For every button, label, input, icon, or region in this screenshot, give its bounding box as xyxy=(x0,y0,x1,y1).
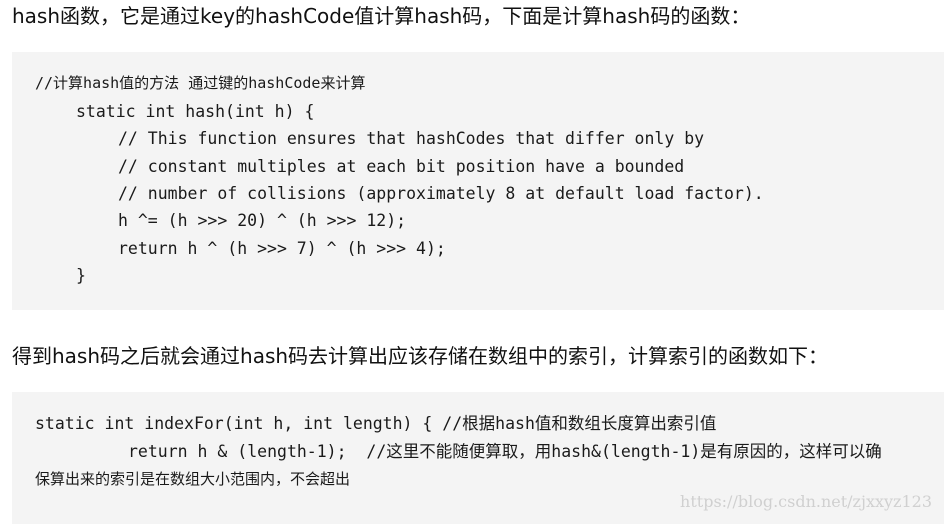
code-line: return h & (length-1); //这里不能随便算取，用hash&… xyxy=(128,442,882,461)
code-line: static int indexFor(int h, int length) {… xyxy=(35,414,717,433)
code-line: // constant multiples at each bit positi… xyxy=(118,157,685,176)
code-line: 保算出来的索引是在数组大小范围内，不会超出 xyxy=(35,470,351,488)
index-paragraph: 得到hash码之后就会通过hash码去计算出应该存储在数组中的索引，计算索引的函… xyxy=(12,344,829,368)
code-line: // This function ensures that hashCodes … xyxy=(118,129,705,148)
code-line: // number of collisions (approximately 8… xyxy=(118,184,764,203)
code-comment: //计算hash值的方法 通过键的hashCode来计算 xyxy=(35,74,366,92)
code-line: h ^= (h >>> 20) ^ (h >>> 12); xyxy=(118,211,407,230)
code-line: return h ^ (h >>> 7) ^ (h >>> 4); xyxy=(118,239,446,258)
code-line: } xyxy=(76,266,86,285)
code-line: static int hash(int h) { xyxy=(76,102,315,121)
watermark: https://blog.csdn.net/zjxxyz123 xyxy=(680,492,932,511)
hash-code-block: //计算hash值的方法 通过键的hashCode来计算 static int … xyxy=(12,52,944,310)
intro-paragraph: hash函数，它是通过key的hashCode值计算hash码，下面是计算has… xyxy=(12,4,751,28)
